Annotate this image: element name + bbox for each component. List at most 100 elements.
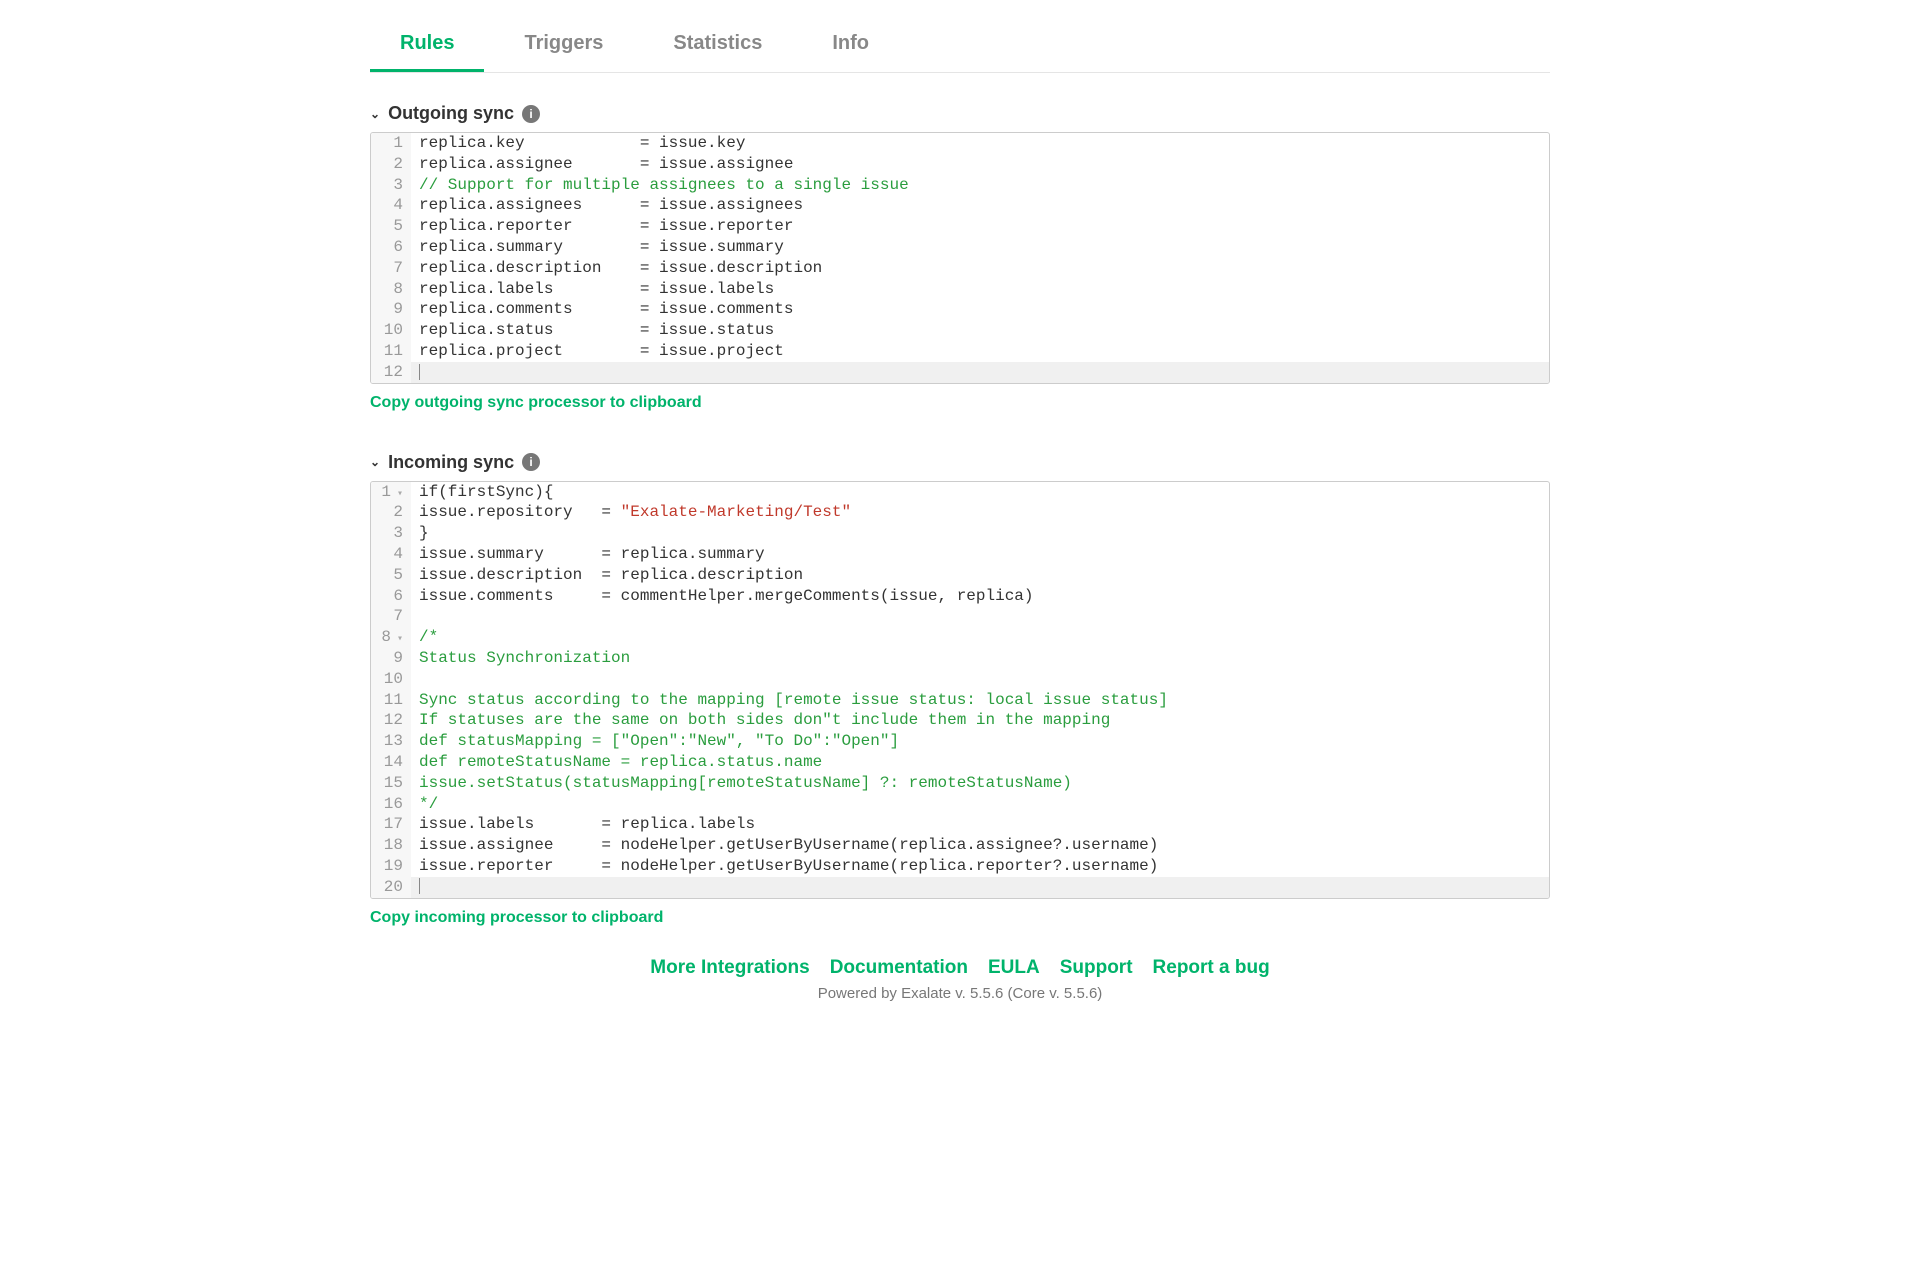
- code-line[interactable]: 2replica.assignee = issue.assignee: [371, 154, 1549, 175]
- line-number: 5: [371, 216, 411, 237]
- code-content[interactable]: [411, 606, 1549, 627]
- line-number: 8: [371, 627, 411, 648]
- line-number: 9: [371, 299, 411, 320]
- code-line[interactable]: 18issue.assignee = nodeHelper.getUserByU…: [371, 835, 1549, 856]
- line-number: 12: [371, 710, 411, 731]
- code-line[interactable]: 12: [371, 362, 1549, 383]
- line-number: 14: [371, 752, 411, 773]
- footer-link-more-integrations[interactable]: More Integrations: [650, 957, 809, 979]
- outgoing-editor[interactable]: 1replica.key = issue.key2replica.assigne…: [370, 132, 1550, 384]
- code-line[interactable]: 7replica.description = issue.description: [371, 258, 1549, 279]
- code-content[interactable]: replica.description = issue.description: [411, 258, 1549, 279]
- code-content[interactable]: replica.project = issue.project: [411, 341, 1549, 362]
- tab-info[interactable]: Info: [802, 20, 899, 72]
- line-number: 2: [371, 154, 411, 175]
- code-line[interactable]: 6replica.summary = issue.summary: [371, 237, 1549, 258]
- code-content[interactable]: issue.repository = "Exalate-Marketing/Te…: [411, 502, 1549, 523]
- code-content[interactable]: replica.reporter = issue.reporter: [411, 216, 1549, 237]
- code-content[interactable]: issue.summary = replica.summary: [411, 544, 1549, 565]
- line-number: 1: [371, 482, 411, 503]
- code-line[interactable]: 3// Support for multiple assignees to a …: [371, 175, 1549, 196]
- code-line[interactable]: 8replica.labels = issue.labels: [371, 279, 1549, 300]
- copy-outgoing-link[interactable]: Copy outgoing sync processor to clipboar…: [370, 394, 702, 412]
- incoming-sync-header[interactable]: ⌄ Incoming sync i: [370, 452, 1550, 473]
- code-content[interactable]: replica.assignees = issue.assignees: [411, 195, 1549, 216]
- chevron-down-icon: ⌄: [370, 455, 380, 469]
- line-number: 1: [371, 133, 411, 154]
- outgoing-sync-header[interactable]: ⌄ Outgoing sync i: [370, 103, 1550, 124]
- code-line[interactable]: 11replica.project = issue.project: [371, 341, 1549, 362]
- line-number: 19: [371, 856, 411, 877]
- code-content[interactable]: [411, 362, 1549, 383]
- code-content[interactable]: issue.comments = commentHelper.mergeComm…: [411, 586, 1549, 607]
- code-line[interactable]: 13def statusMapping = ["Open":"New", "To…: [371, 731, 1549, 752]
- code-content[interactable]: issue.assignee = nodeHelper.getUserByUse…: [411, 835, 1549, 856]
- code-line[interactable]: 12If statuses are the same on both sides…: [371, 710, 1549, 731]
- code-content[interactable]: replica.status = issue.status: [411, 320, 1549, 341]
- line-number: 3: [371, 523, 411, 544]
- code-line[interactable]: 3}: [371, 523, 1549, 544]
- code-content[interactable]: */: [411, 794, 1549, 815]
- code-line[interactable]: 15issue.setStatus(statusMapping[remoteSt…: [371, 773, 1549, 794]
- chevron-down-icon: ⌄: [370, 107, 380, 121]
- footer-meta: Powered by Exalate v. 5.5.6 (Core v. 5.5…: [0, 985, 1920, 1002]
- code-line[interactable]: 4issue.summary = replica.summary: [371, 544, 1549, 565]
- code-line[interactable]: 9replica.comments = issue.comments: [371, 299, 1549, 320]
- code-content[interactable]: def remoteStatusName = replica.status.na…: [411, 752, 1549, 773]
- code-line[interactable]: 5replica.reporter = issue.reporter: [371, 216, 1549, 237]
- code-line[interactable]: 5issue.description = replica.description: [371, 565, 1549, 586]
- code-content[interactable]: replica.assignee = issue.assignee: [411, 154, 1549, 175]
- code-line[interactable]: 20: [371, 877, 1549, 898]
- code-content[interactable]: replica.comments = issue.comments: [411, 299, 1549, 320]
- code-line[interactable]: 17issue.labels = replica.labels: [371, 814, 1549, 835]
- code-content[interactable]: def statusMapping = ["Open":"New", "To D…: [411, 731, 1549, 752]
- code-content[interactable]: Status Synchronization: [411, 648, 1549, 669]
- footer-link-support[interactable]: Support: [1060, 957, 1133, 979]
- code-content[interactable]: replica.key = issue.key: [411, 133, 1549, 154]
- info-icon[interactable]: i: [522, 453, 540, 471]
- code-content[interactable]: Sync status according to the mapping [re…: [411, 690, 1549, 711]
- code-line[interactable]: 14def remoteStatusName = replica.status.…: [371, 752, 1549, 773]
- footer-link-eula[interactable]: EULA: [988, 957, 1040, 979]
- code-line[interactable]: 9Status Synchronization: [371, 648, 1549, 669]
- code-line[interactable]: 6issue.comments = commentHelper.mergeCom…: [371, 586, 1549, 607]
- code-content[interactable]: /*: [411, 627, 1549, 648]
- code-content[interactable]: issue.labels = replica.labels: [411, 814, 1549, 835]
- line-number: 6: [371, 237, 411, 258]
- tab-rules[interactable]: Rules: [370, 20, 484, 72]
- code-content[interactable]: }: [411, 523, 1549, 544]
- code-line[interactable]: 2issue.repository = "Exalate-Marketing/T…: [371, 502, 1549, 523]
- line-number: 16: [371, 794, 411, 815]
- footer-link-report-bug[interactable]: Report a bug: [1153, 957, 1270, 979]
- code-line[interactable]: 11Sync status according to the mapping […: [371, 690, 1549, 711]
- line-number: 5: [371, 565, 411, 586]
- code-content[interactable]: replica.summary = issue.summary: [411, 237, 1549, 258]
- footer-link-documentation[interactable]: Documentation: [830, 957, 968, 979]
- code-content[interactable]: issue.setStatus(statusMapping[remoteStat…: [411, 773, 1549, 794]
- code-content[interactable]: If statuses are the same on both sides d…: [411, 710, 1549, 731]
- code-line[interactable]: 1if(firstSync){: [371, 482, 1549, 503]
- code-content[interactable]: // Support for multiple assignees to a s…: [411, 175, 1549, 196]
- line-number: 11: [371, 341, 411, 362]
- line-number: 20: [371, 877, 411, 898]
- code-content[interactable]: replica.labels = issue.labels: [411, 279, 1549, 300]
- tab-statistics[interactable]: Statistics: [643, 20, 792, 72]
- line-number: 3: [371, 175, 411, 196]
- code-content[interactable]: issue.reporter = nodeHelper.getUserByUse…: [411, 856, 1549, 877]
- code-line[interactable]: 10replica.status = issue.status: [371, 320, 1549, 341]
- code-content[interactable]: issue.description = replica.description: [411, 565, 1549, 586]
- code-line[interactable]: 10: [371, 669, 1549, 690]
- tab-triggers[interactable]: Triggers: [494, 20, 633, 72]
- code-line[interactable]: 8/*: [371, 627, 1549, 648]
- code-line[interactable]: 19issue.reporter = nodeHelper.getUserByU…: [371, 856, 1549, 877]
- code-content[interactable]: if(firstSync){: [411, 482, 1549, 503]
- code-line[interactable]: 7: [371, 606, 1549, 627]
- code-content[interactable]: [411, 669, 1549, 690]
- code-line[interactable]: 4replica.assignees = issue.assignees: [371, 195, 1549, 216]
- code-line[interactable]: 16*/: [371, 794, 1549, 815]
- code-content[interactable]: [411, 877, 1549, 898]
- info-icon[interactable]: i: [522, 105, 540, 123]
- copy-incoming-link[interactable]: Copy incoming processor to clipboard: [370, 909, 663, 927]
- code-line[interactable]: 1replica.key = issue.key: [371, 133, 1549, 154]
- incoming-editor[interactable]: 1if(firstSync){2issue.repository = "Exal…: [370, 481, 1550, 899]
